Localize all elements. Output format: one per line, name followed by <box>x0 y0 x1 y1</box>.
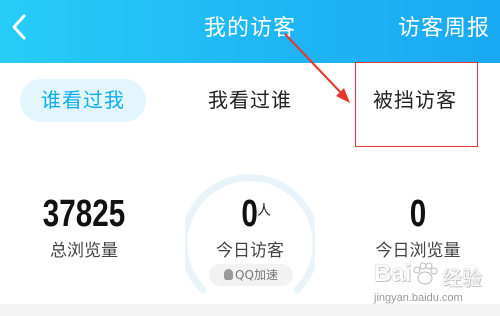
tab-who-i-viewed[interactable]: 我看过谁 <box>188 79 312 122</box>
penguin-icon <box>224 269 234 280</box>
total-views-label: 总浏览量 <box>50 241 118 261</box>
today-visitors: 0 人 今日访客 <box>185 192 315 262</box>
visitor-weekly-report-link[interactable]: 访客周报 <box>398 14 490 44</box>
qq-accelerate-label: QQ加速 <box>235 268 278 282</box>
tab-blocked-visitors[interactable]: 被挡访客 <box>355 79 475 122</box>
bottom-divider <box>0 304 500 316</box>
qq-accelerate-badge[interactable]: QQ加速 <box>209 264 293 286</box>
stat-total-views: 37825 总浏览量 <box>14 192 154 262</box>
tab-who-viewed-me[interactable]: 谁看过我 <box>20 79 146 122</box>
top-bar: 我的访客 访客周报 <box>0 0 500 63</box>
today-visitors-value: 0 <box>241 193 259 235</box>
today-visitors-unit: 人 <box>257 203 271 219</box>
stat-today-views: 0 今日浏览量 <box>348 192 488 262</box>
total-views-value: 37825 <box>42 193 126 235</box>
visitor-tabs: 谁看过我 我看过谁 被挡访客 <box>0 63 500 143</box>
today-views-label: 今日浏览量 <box>375 241 461 261</box>
today-views-value: 0 <box>409 193 427 235</box>
today-visitors-label: 今日访客 <box>216 241 284 261</box>
